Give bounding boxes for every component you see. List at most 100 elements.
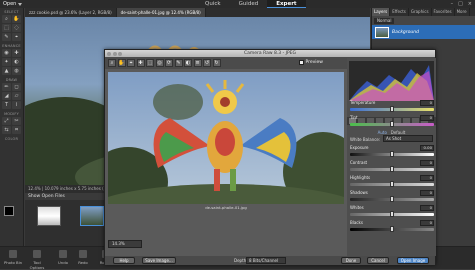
camera-raw-tool-6-icon[interactable]: ⟳ [165,59,173,67]
layer-row[interactable]: Background [372,25,475,39]
open-image-button[interactable]: Open Image [397,257,429,264]
slider-value-field[interactable]: 0 [420,175,434,181]
histogram [349,61,434,101]
zoom-select[interactable]: 14.3% [108,240,142,248]
preview-image[interactable] [108,72,344,204]
draw-tool-1[interactable]: ◻ [12,83,21,91]
camera-raw-tool-3-icon[interactable]: ✚ [136,59,145,67]
draw-tool-5[interactable]: ⌇ [12,101,21,109]
depth-select[interactable]: 8 Bits/Channel [246,257,286,264]
taskbar-button-undo[interactable]: Undo [52,250,74,265]
bin-thumbnail-selected[interactable] [80,206,104,226]
modify-tool-1[interactable]: ✂ [12,117,21,125]
slider-whites[interactable]: Whites 0 [350,205,434,219]
slider-handle[interactable] [390,106,394,112]
slider-handle[interactable] [390,151,394,157]
mode-quick[interactable]: Quick [196,0,230,8]
modify-tool-3[interactable]: ⌗ [12,126,21,134]
slider-label: Tint [350,115,358,120]
white-balance-select[interactable]: As Shot [383,135,433,142]
panel-tab-effects[interactable]: Effects [390,8,409,16]
slider-value-field[interactable]: 0.00 [420,145,434,151]
taskbar-button-photo-bin[interactable]: Photo Bin [2,250,24,265]
slider-value-field[interactable]: 0 [420,220,434,226]
panel-tab-graphics[interactable]: Graphics [409,8,432,16]
slider-handle[interactable] [390,196,394,202]
slider-temperature[interactable]: Temperature 0 [350,100,434,114]
slider-highlights[interactable]: Highlights 0 [350,175,434,189]
slider-contrast[interactable]: Contrast 0 [350,160,434,174]
enhance-tool-2[interactable]: ✦ [2,58,11,66]
select-tool-1[interactable]: ✋ [12,15,21,23]
slider-handle[interactable] [390,121,394,127]
slider-tint[interactable]: Tint 0 [350,115,434,129]
select-tool-3[interactable]: ◌ [12,24,21,32]
done-button[interactable]: Done [341,257,361,264]
taskbar-icon [33,250,41,258]
mode-guided[interactable]: Guided [230,0,268,8]
select-tool-4[interactable]: ✎ [2,33,11,41]
slider-handle[interactable] [390,181,394,187]
draw-tool-3[interactable]: ▱ [12,92,21,100]
draw-tool-0[interactable]: ✏ [2,83,11,91]
slider-value-field[interactable]: 0 [420,205,434,211]
slider-shadows[interactable]: Shadows 0 [350,190,434,204]
select-tool-5[interactable]: ⌖ [12,33,21,41]
tool-section-label: COLOR [4,137,19,141]
preview-checkbox[interactable] [299,59,305,65]
slider-value-field[interactable]: 0 [420,160,434,166]
open-button[interactable]: Open [3,1,16,7]
open-dropdown-icon[interactable] [18,2,23,6]
camera-raw-tool-11-icon[interactable]: ↻ [212,59,221,67]
slider-handle[interactable] [390,166,394,172]
draw-tool-4[interactable]: T [2,101,11,109]
preview-toggle[interactable]: Preview [299,59,323,65]
foreground-color-swatch[interactable] [4,206,14,216]
camera-raw-tool-4-icon[interactable]: ⬚ [146,59,154,67]
mode-expert[interactable]: Expert [267,0,306,8]
camera-raw-tool-5-icon[interactable]: ◎ [155,59,164,67]
taskbar-button-tool-options[interactable]: Tool Options [26,250,48,270]
document-tab[interactable]: zzz cookie.psd @ 23.6% (Layer 2, RGB/8) [25,8,117,17]
cancel-button[interactable]: Cancel [367,257,389,264]
camera-raw-tool-0-icon[interactable]: ⌕ [108,59,116,67]
blend-mode-select[interactable]: Normal [374,17,395,24]
slider-value-field[interactable]: 0 [420,100,434,106]
draw-tool-2[interactable]: ◢ [2,92,11,100]
camera-raw-tool-8-icon[interactable]: ◐ [184,59,192,67]
camera-raw-tool-9-icon[interactable]: ≡ [193,59,202,67]
camera-raw-tool-7-icon[interactable]: ✎ [174,59,183,67]
modify-tool-2[interactable]: ⇆ [2,126,11,134]
auto-link[interactable]: Auto [378,130,387,135]
slider-exposure[interactable]: Exposure 0.00 [350,145,434,159]
close-icon[interactable]: × [468,1,472,7]
slider-value-field[interactable]: 0 [420,190,434,196]
taskbar-button-redo[interactable]: Redo [72,250,94,265]
panel-tab-layers[interactable]: Layers [372,8,391,16]
default-link[interactable]: Default [391,130,406,135]
slider-value-field[interactable]: 0 [420,115,434,121]
minimize-icon[interactable]: – [451,1,454,7]
save-image-button[interactable]: Save Image... [142,257,176,264]
camera-raw-tool-2-icon[interactable]: ⌖ [127,59,135,67]
maximize-icon[interactable]: □ [458,1,463,7]
enhance-tool-4[interactable]: ▲ [2,67,11,75]
enhance-tool-0[interactable]: ◉ [2,49,11,57]
enhance-tool-5[interactable]: ◍ [12,67,21,75]
document-tab-active[interactable]: de-saint-phalle-01.jpg @ 12.4% (RGB/8) [116,8,206,17]
enhance-tool-3[interactable]: ◐ [12,58,21,66]
bin-thumbnail[interactable] [37,206,61,226]
camera-raw-tool-1-icon[interactable]: ✋ [117,59,126,67]
slider-blacks[interactable]: Blacks 0 [350,220,434,234]
modify-tool-0[interactable]: ⤢ [2,117,11,125]
panel-tab-favorites[interactable]: Favorites [432,8,455,16]
help-button[interactable]: Help [113,257,135,264]
camera-raw-tool-10-icon[interactable]: ↺ [203,59,211,67]
panel-tab-more[interactable]: More [455,8,470,16]
select-tool-2[interactable]: ⬚ [2,24,11,32]
slider-handle[interactable] [390,226,394,232]
enhance-tool-1[interactable]: ✚ [12,49,21,57]
layer-name: Background [392,29,419,35]
select-tool-0[interactable]: ⌕ [2,15,11,23]
slider-handle[interactable] [390,211,394,217]
